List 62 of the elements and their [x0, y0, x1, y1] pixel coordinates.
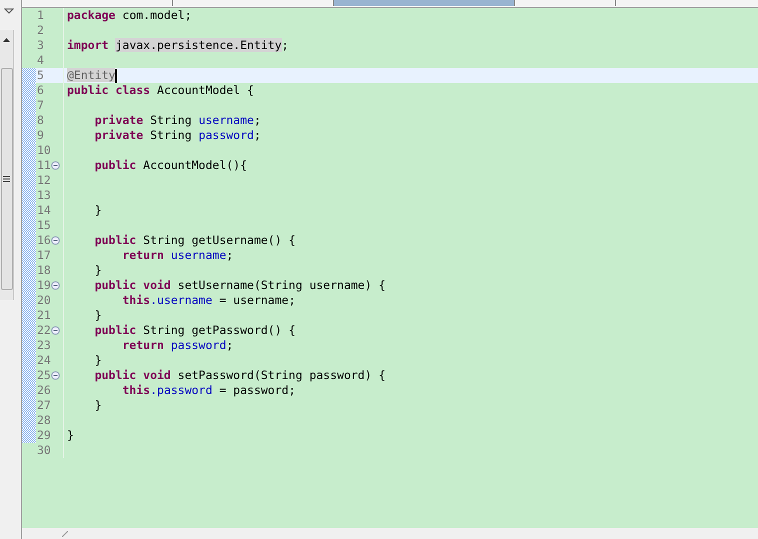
- code-line: }: [94, 398, 102, 413]
- line-number: 16: [37, 233, 51, 248]
- line-number: 12: [37, 173, 51, 188]
- line-number: 25: [37, 368, 51, 383]
- code-line: }: [94, 308, 102, 323]
- line-number: 1: [37, 8, 44, 23]
- grip-icon: [3, 176, 10, 182]
- line-number: 3: [37, 38, 44, 53]
- line-number: 24: [37, 353, 51, 368]
- line-number: 30: [37, 443, 51, 458]
- line-number: 5: [37, 68, 44, 83]
- line-number: 26: [37, 383, 51, 398]
- resize-icon: [62, 530, 68, 536]
- line-number: 23: [37, 338, 51, 353]
- code-line: public void setPassword(String password) {: [94, 368, 386, 383]
- code-line: private String password;: [94, 128, 261, 143]
- text-cursor: [115, 68, 118, 82]
- scroll-up-icon[interactable]: [3, 38, 10, 42]
- line-number: 19: [37, 278, 51, 293]
- line-number: 9: [37, 128, 44, 143]
- code-line: public String getPassword() {: [94, 323, 296, 338]
- line-number: 2: [37, 23, 44, 38]
- code-line: public class AccountModel {: [67, 83, 254, 98]
- line-number: 4: [37, 53, 44, 68]
- collapse-icon[interactable]: [50, 281, 60, 290]
- code-line: private String username;: [94, 113, 261, 128]
- scrollbar[interactable]: [0, 30, 14, 300]
- collapse-icon[interactable]: [50, 236, 60, 245]
- view-menu-icon[interactable]: [4, 8, 14, 14]
- line-number: 8: [37, 113, 44, 128]
- code-line: return password;: [121, 338, 234, 353]
- code-line: return username;: [121, 248, 234, 263]
- line-number: 29: [37, 428, 51, 443]
- scroll-thumb[interactable]: [0, 68, 12, 290]
- code-line: }: [94, 263, 102, 278]
- code-line: }: [67, 428, 74, 443]
- line-number: 15: [37, 218, 51, 233]
- line-number: 11: [37, 158, 51, 173]
- code-line: import javax.persistence.Entity;: [67, 38, 289, 53]
- code-line: }: [94, 353, 102, 368]
- code-line: this.password = password;: [121, 383, 296, 398]
- code-line: this.username = username;: [121, 293, 296, 308]
- line-number: 6: [37, 83, 44, 98]
- line-number: 18: [37, 263, 51, 278]
- collapse-icon[interactable]: [50, 371, 60, 380]
- code-line: }: [94, 203, 102, 218]
- line-number: 10: [37, 143, 51, 158]
- line-number: 21: [37, 308, 51, 323]
- line-number: 14: [37, 203, 51, 218]
- collapse-icon[interactable]: [50, 161, 60, 170]
- code-line: public AccountModel(){: [94, 158, 248, 173]
- code-line: public String getUsername() {: [94, 233, 296, 248]
- line-number: 27: [37, 398, 51, 413]
- line-number: 13: [37, 188, 51, 203]
- collapse-icon[interactable]: [50, 326, 60, 335]
- line-number: 28: [37, 413, 51, 428]
- code-line: public void setUsername(String username) {: [94, 278, 386, 293]
- code-line: package com.model;: [67, 8, 192, 23]
- line-number: 17: [37, 248, 51, 263]
- line-number: 7: [37, 98, 44, 113]
- line-number: 20: [37, 293, 51, 308]
- line-number: 22: [37, 323, 51, 338]
